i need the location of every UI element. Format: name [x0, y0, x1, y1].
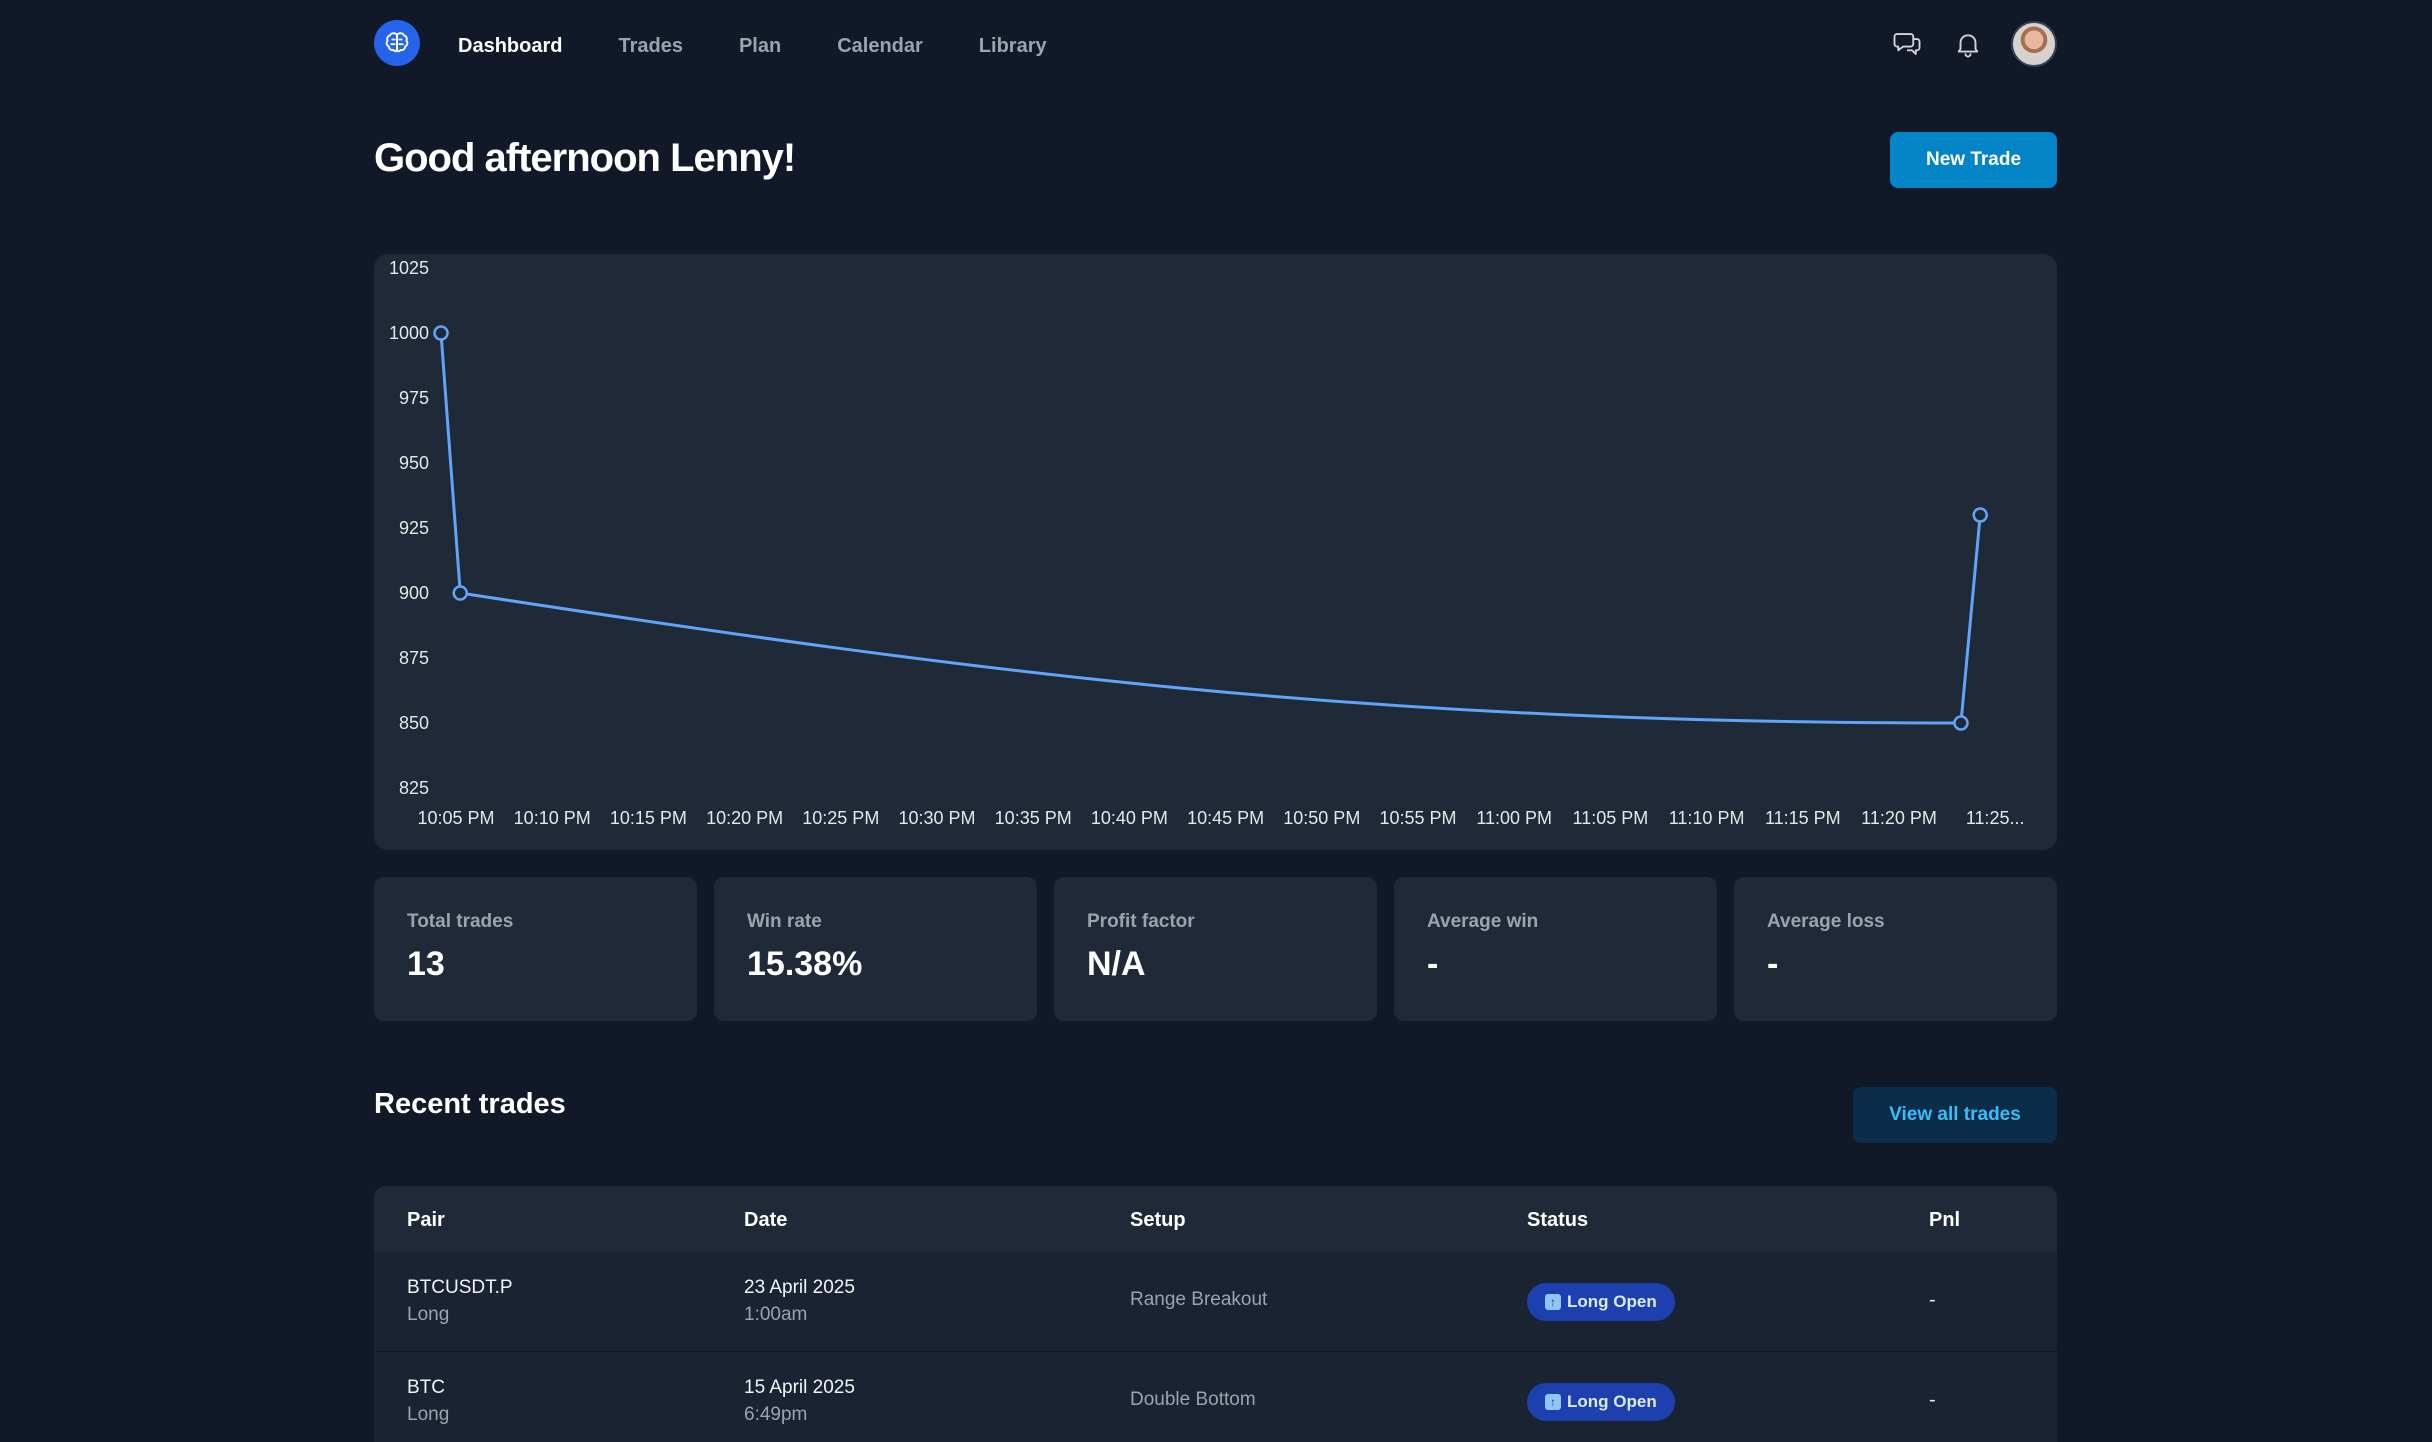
y-tick-label: 900 [399, 583, 429, 603]
stat-label: Average win [1427, 911, 1539, 932]
trade-date: 23 April 2025 [744, 1277, 855, 1298]
nav-links: Dashboard Trades Plan Calendar Library [458, 34, 1103, 58]
y-tick-label: 975 [399, 388, 429, 408]
pair-name: BTCUSDT.P [407, 1277, 513, 1298]
data-point [433, 325, 449, 341]
page-title: Good afternoon Lenny! [374, 136, 796, 180]
x-tick-label: 10:05 PM [417, 808, 494, 828]
y-tick-label: 925 [399, 518, 429, 538]
x-tick-label: 10:50 PM [1283, 808, 1360, 828]
table-header: Pair Date Setup Status Pnl [374, 1186, 2057, 1252]
date-cell: 23 April 2025 1:00am [744, 1274, 855, 1328]
column-header-status[interactable]: Status [1527, 1209, 1588, 1232]
stat-value: - [1427, 945, 1439, 983]
trade-time: 1:00am [744, 1304, 808, 1325]
date-cell: 15 April 2025 6:49pm [744, 1374, 855, 1428]
stat-card-total-trades: Total trades 13 [374, 877, 697, 1021]
x-tick-label: 11:10 PM [1669, 808, 1745, 828]
status-badge: ↑ Long Open [1527, 1283, 1675, 1321]
column-header-pnl[interactable]: Pnl [1929, 1209, 1960, 1232]
data-point [1953, 715, 1969, 731]
trade-time: 6:49pm [744, 1404, 808, 1425]
recent-trades-table: Pair Date Setup Status Pnl BTCUSDT.P Lon… [374, 1186, 2057, 1442]
x-tick-label: 11:00 PM [1476, 808, 1552, 828]
stat-label: Win rate [747, 911, 822, 932]
pair-cell: BTCUSDT.P Long [407, 1274, 513, 1328]
stats-row: Total trades 13 Win rate 15.38% Profit f… [374, 877, 2057, 1021]
equity-chart: 1025 1000 975 950 925 900 875 850 825 10:05 PM 10:… [374, 254, 2057, 850]
y-tick-label: 950 [399, 453, 429, 473]
stat-label: Average loss [1767, 911, 1885, 932]
nav-plan[interactable]: Plan [739, 34, 781, 58]
pnl-cell: - [1929, 1289, 1936, 1311]
x-tick-label: 11:20 PM [1861, 808, 1937, 828]
setup-cell: Double Bottom [1130, 1389, 1256, 1410]
trade-side: Long [407, 1304, 450, 1325]
trade-side: Long [407, 1404, 450, 1425]
pair-name: BTC [407, 1377, 445, 1398]
table-row[interactable]: BTC Long 15 April 2025 6:49pm Double Bot… [374, 1352, 2057, 1442]
column-header-setup[interactable]: Setup [1130, 1209, 1186, 1232]
stat-card-average-win: Average win - [1394, 877, 1717, 1021]
x-tick-label: 10:30 PM [898, 808, 975, 828]
brain-logo-icon[interactable] [374, 20, 420, 66]
nav-library[interactable]: Library [979, 34, 1047, 58]
nav-actions [1889, 21, 2057, 67]
x-tick-label: 10:45 PM [1187, 808, 1264, 828]
stat-value: 13 [407, 945, 445, 983]
stat-value: 15.38% [747, 945, 863, 983]
setup-cell: Range Breakout [1130, 1289, 1268, 1310]
nav-dashboard[interactable]: Dashboard [458, 34, 562, 58]
y-tick-label: 1025 [389, 258, 429, 278]
series-line [439, 332, 1982, 725]
x-tick-label: 10:35 PM [995, 808, 1072, 828]
y-tick-label: 850 [399, 713, 429, 733]
pair-cell: BTC Long [407, 1374, 449, 1428]
nav-calendar[interactable]: Calendar [837, 34, 923, 58]
x-tick-label: 11:15 PM [1765, 808, 1841, 828]
stat-card-average-loss: Average loss - [1734, 877, 2057, 1021]
y-tick-label: 875 [399, 648, 429, 668]
y-tick-label: 1000 [389, 323, 429, 343]
arrow-up-icon: ↑ [1545, 1294, 1561, 1310]
data-point [452, 585, 468, 601]
view-all-trades-button[interactable]: View all trades [1853, 1087, 2057, 1143]
x-tick-label: 10:15 PM [610, 808, 687, 828]
pnl-cell: - [1929, 1389, 1936, 1411]
status-label: Long Open [1567, 1392, 1657, 1411]
top-nav: Dashboard Trades Plan Calendar Library [374, 0, 2057, 90]
stat-card-profit-factor: Profit factor N/A [1054, 877, 1377, 1021]
table-row[interactable]: BTCUSDT.P Long 23 April 2025 1:00am Rang… [374, 1252, 2057, 1352]
x-tick-label: 10:10 PM [514, 808, 591, 828]
stat-label: Profit factor [1087, 911, 1195, 932]
avatar[interactable] [2011, 21, 2057, 67]
status-badge: ↑ Long Open [1527, 1383, 1675, 1421]
recent-trades-title: Recent trades [374, 1088, 566, 1120]
y-tick-label: 825 [399, 778, 429, 798]
new-trade-button[interactable]: New Trade [1890, 132, 2057, 188]
trade-date: 15 April 2025 [744, 1377, 855, 1398]
x-tick-label: 11:25... [1966, 808, 2025, 828]
x-tick-label: 10:40 PM [1091, 808, 1168, 828]
x-tick-label: 10:20 PM [706, 808, 783, 828]
line-chart: 1025 1000 975 950 925 900 875 850 825 10:05 PM 10:… [389, 258, 2025, 828]
data-point [1972, 507, 1988, 523]
stat-label: Total trades [407, 911, 514, 932]
stat-value: - [1767, 945, 1779, 983]
status-label: Long Open [1567, 1292, 1657, 1311]
bell-icon[interactable] [1950, 26, 1986, 62]
stat-card-win-rate: Win rate 15.38% [714, 877, 1037, 1021]
arrow-up-icon: ↑ [1545, 1394, 1561, 1410]
chat-icon[interactable] [1889, 26, 1925, 62]
x-tick-label: 10:25 PM [802, 808, 879, 828]
x-tick-label: 10:55 PM [1379, 808, 1456, 828]
stat-value: N/A [1087, 945, 1146, 983]
x-tick-label: 11:05 PM [1573, 808, 1649, 828]
column-header-pair[interactable]: Pair [407, 1209, 445, 1232]
nav-trades[interactable]: Trades [618, 34, 682, 58]
column-header-date[interactable]: Date [744, 1209, 787, 1232]
